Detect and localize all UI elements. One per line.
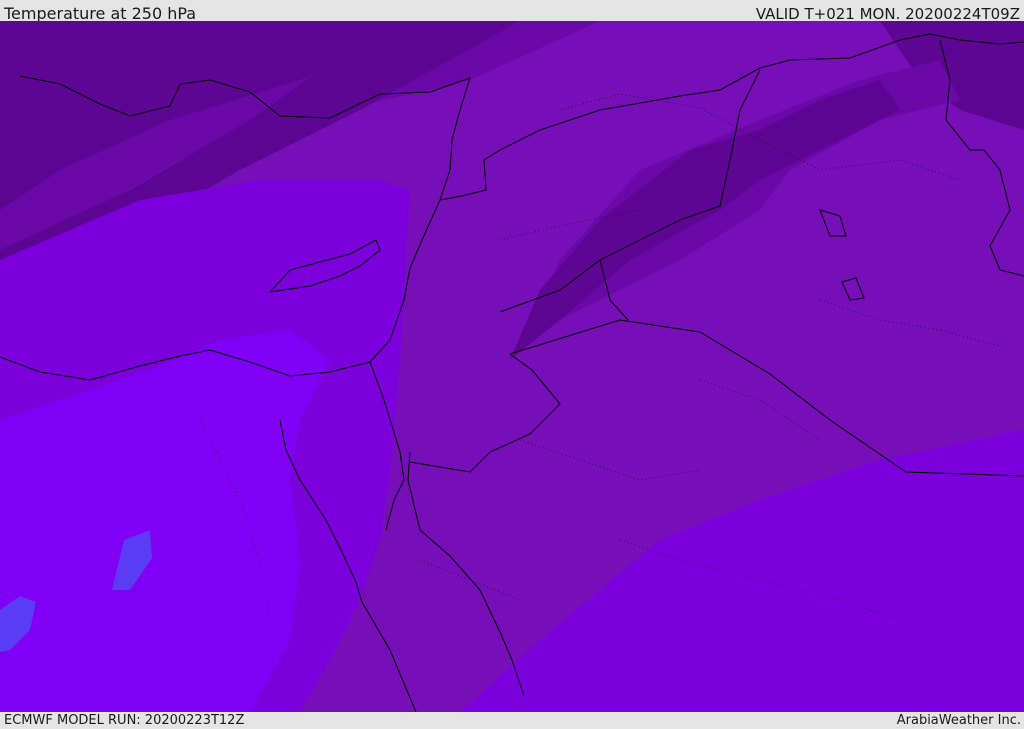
- temperature-map[interactable]: [0, 21, 1024, 712]
- map-canvas: [0, 21, 1024, 712]
- header-bar: Temperature at 250 hPa VALID T+021 MON. …: [0, 0, 1024, 23]
- model-run-label: ECMWF MODEL RUN: 20200223T12Z: [4, 713, 245, 728]
- credit-label: ArabiaWeather Inc.: [896, 713, 1021, 728]
- footer-bar: ECMWF MODEL RUN: 20200223T12Z ArabiaWeat…: [0, 712, 1024, 729]
